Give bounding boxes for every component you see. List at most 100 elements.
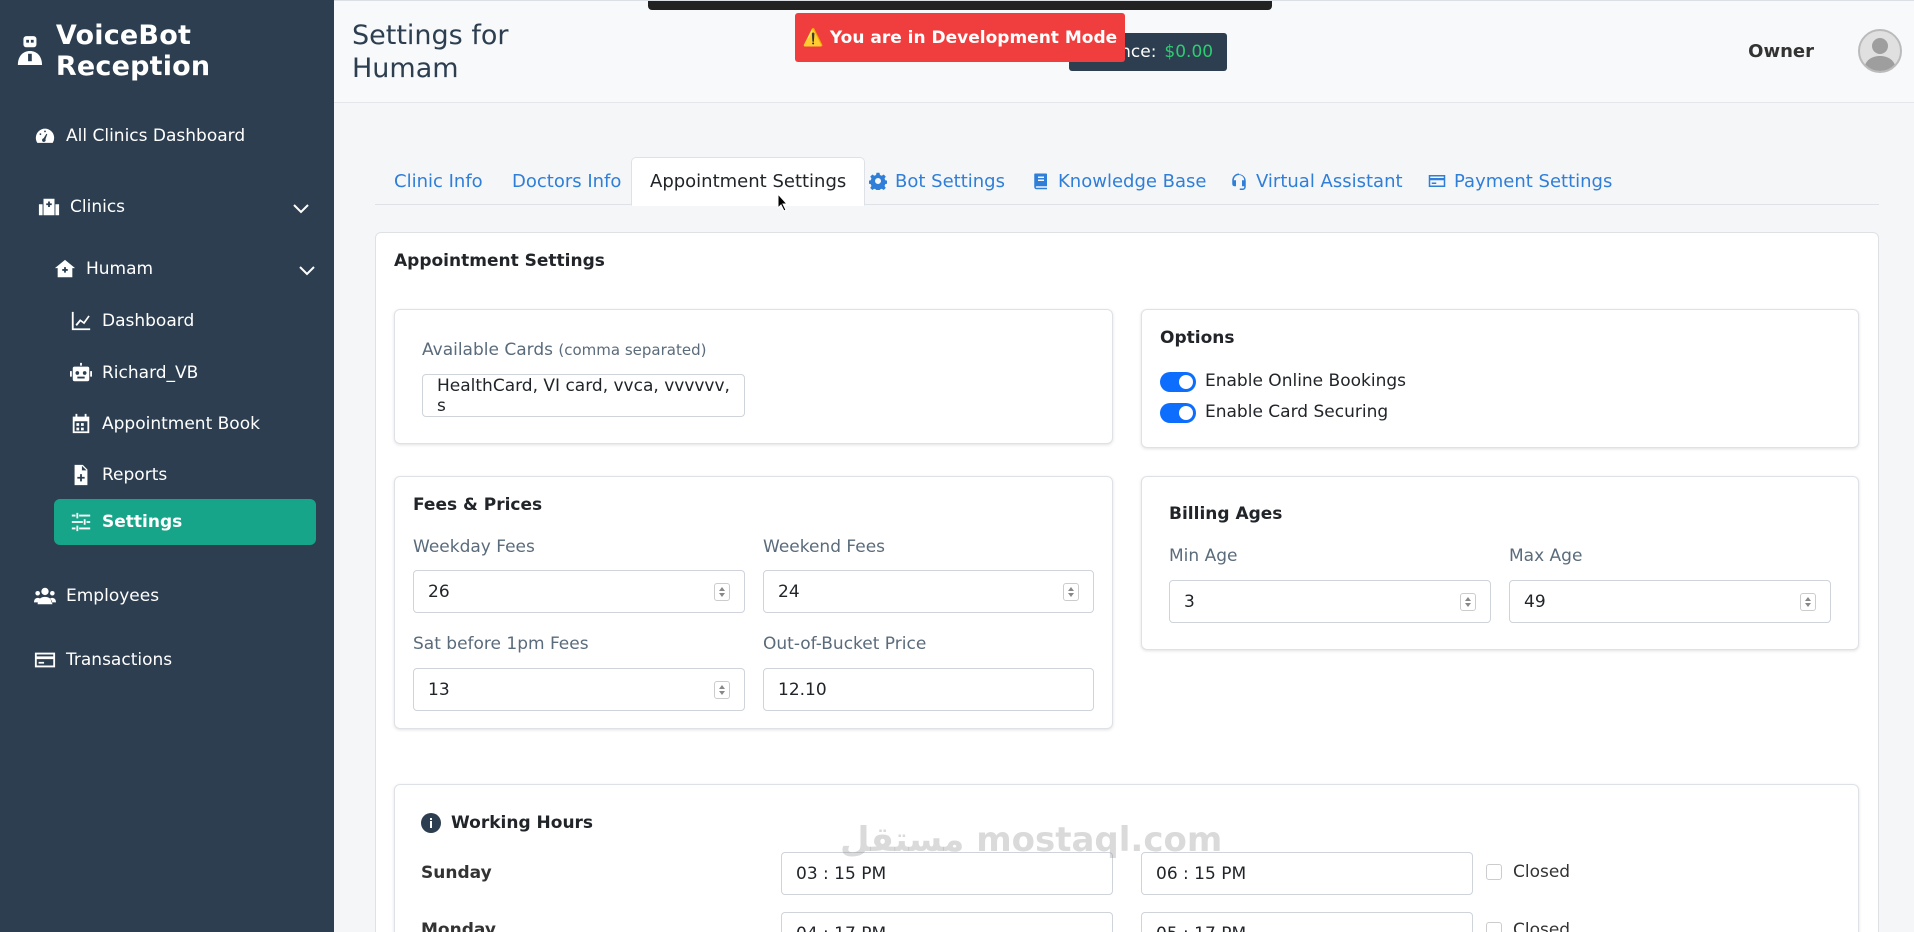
day-label-monday: Monday (421, 920, 496, 932)
tab-knowledge-base[interactable]: Knowledge Base (1032, 157, 1207, 205)
sidebar-item-clinics[interactable]: Clinics (38, 196, 314, 218)
min-age-value: 3 (1184, 591, 1195, 612)
sidebar-item-label: Employees (66, 586, 160, 606)
sliders-icon (71, 512, 91, 532)
tab-label: Doctors Info (512, 170, 622, 192)
sat-fees-label: Sat before 1pm Fees (413, 634, 589, 654)
oob-price-label: Out-of-Bucket Price (763, 634, 927, 654)
fees-title: Fees & Prices (413, 495, 543, 515)
tab-label: Payment Settings (1454, 170, 1613, 192)
credit-card-icon (34, 652, 56, 668)
tab-label: Virtual Assistant (1256, 170, 1403, 192)
online-bookings-toggle[interactable] (1160, 372, 1196, 392)
robot-icon (70, 362, 92, 382)
sidebar-item-reports[interactable]: Reports (70, 464, 167, 486)
monday-open-time[interactable]: 04 : 17 PM (781, 912, 1113, 932)
chevron-down-icon[interactable] (292, 199, 310, 217)
card-securing-label: Enable Card Securing (1205, 402, 1389, 422)
credit-card-icon (1428, 175, 1446, 187)
weekday-fees-input[interactable]: 26 (413, 570, 745, 613)
available-cards-hint: (comma separated) (558, 341, 707, 359)
number-stepper[interactable] (714, 681, 730, 699)
sidebar-item-label: Transactions (66, 650, 173, 670)
number-stepper[interactable] (1063, 583, 1079, 601)
card-securing-toggle[interactable] (1160, 403, 1196, 423)
brand[interactable]: VoiceBot Reception (16, 20, 334, 82)
dev-mode-text: ⚠️ You are in Development Mode (802, 27, 1118, 48)
sidebar-item-employees[interactable]: Employees (34, 585, 159, 607)
max-age-value: 49 (1524, 591, 1546, 612)
sidebar: VoiceBot Reception All Clinics Dashboard… (0, 0, 334, 932)
options-title: Options (1160, 328, 1235, 348)
sat-fees-input[interactable]: 13 (413, 668, 745, 711)
number-stepper[interactable] (714, 583, 730, 601)
chevron-down-icon[interactable] (298, 261, 316, 279)
hospital-icon (38, 198, 60, 216)
max-age-input[interactable]: 49 (1509, 580, 1831, 623)
tab-label: Bot Settings (895, 170, 1005, 192)
online-bookings-label: Enable Online Bookings (1205, 371, 1407, 391)
dev-mode-banner: ⚠️ You are in Development Mode (795, 13, 1125, 62)
number-stepper[interactable] (1800, 593, 1816, 611)
tab-label: Appointment Settings (650, 171, 847, 192)
sidebar-item-all-clinics-dashboard[interactable]: All Clinics Dashboard (34, 125, 245, 147)
sidebar-item-label: All Clinics Dashboard (66, 126, 246, 146)
book-icon (1034, 173, 1047, 190)
weekend-fees-label: Weekend Fees (763, 537, 886, 557)
billing-ages-title: Billing Ages (1169, 504, 1283, 524)
house-medical-icon (54, 259, 76, 278)
users-icon (34, 587, 56, 605)
time-value: 05 : 17 PM (1156, 924, 1246, 932)
mouse-cursor-icon (777, 193, 789, 212)
tab-appointment-settings[interactable]: Appointment Settings (631, 157, 866, 206)
number-stepper[interactable] (1460, 593, 1476, 611)
sidebar-item-settings[interactable]: Settings (70, 511, 182, 533)
sidebar-item-label: Reports (102, 465, 168, 485)
tab-virtual-assistant[interactable]: Virtual Assistant (1230, 157, 1403, 205)
sidebar-item-label: Clinics (70, 197, 126, 217)
max-age-label: Max Age (1509, 546, 1583, 566)
day-label-sunday: Sunday (421, 863, 492, 883)
weekday-fees-value: 26 (428, 581, 450, 602)
tab-bot-settings[interactable]: Bot Settings (869, 157, 1005, 205)
sat-fees-value: 13 (428, 679, 450, 700)
working-hours-title: Working Hours (451, 813, 594, 833)
gauge-icon (35, 128, 55, 143)
oob-price-input[interactable]: 12.10 (763, 668, 1094, 711)
calendar-icon (72, 413, 90, 434)
monday-close-time[interactable]: 05 : 17 PM (1141, 912, 1473, 932)
weekend-fees-input[interactable]: 24 (763, 570, 1094, 613)
min-age-input[interactable]: 3 (1169, 580, 1491, 623)
tab-doctors-info[interactable]: Doctors Info (512, 157, 621, 205)
available-cards-label: Available Cards (comma separated) (422, 340, 706, 360)
settings-tabs: Clinic Info Doctors Info Appointment Set… (375, 157, 1879, 206)
closed-label: Closed (1513, 920, 1571, 932)
top-header: Settings for Humam Balance: $0.00 ⚠️ You… (334, 0, 1914, 103)
browser-toolbar-strip (648, 1, 1272, 10)
sunday-closed-checkbox[interactable] (1486, 864, 1502, 880)
tab-label: Clinic Info (394, 170, 483, 192)
available-cards-label-text: Available Cards (422, 340, 553, 360)
sidebar-item-appointment-book[interactable]: Appointment Book (70, 413, 260, 435)
tab-payment-settings[interactable]: Payment Settings (1428, 157, 1612, 205)
page-title: Settings for Humam (352, 20, 509, 84)
tab-label: Knowledge Base (1058, 170, 1207, 192)
time-value: 03 : 15 PM (796, 863, 887, 884)
sidebar-item-dashboard[interactable]: Dashboard (70, 310, 194, 332)
weekday-fees-label: Weekday Fees (413, 537, 535, 557)
gear-icon (869, 172, 887, 190)
sidebar-item-richard-vb[interactable]: Richard_VB (70, 362, 198, 384)
user-role[interactable]: Owner (1748, 41, 1814, 62)
available-cards-input[interactable]: HealthCard, VI card, vvca, vvvvvv, s (422, 374, 745, 417)
tab-clinic-info[interactable]: Clinic Info (394, 157, 483, 205)
file-medical-icon (74, 464, 88, 486)
billing-ages-panel (1141, 476, 1859, 650)
sidebar-item-transactions[interactable]: Transactions (34, 649, 172, 671)
monday-closed-checkbox[interactable] (1486, 922, 1502, 932)
sidebar-item-humam[interactable]: Humam (54, 258, 316, 280)
balance-value: $0.00 (1164, 42, 1214, 62)
avatar[interactable] (1858, 29, 1902, 73)
watermark: مستقل mostaql.com (840, 820, 1223, 860)
closed-label: Closed (1513, 862, 1571, 882)
min-age-label: Min Age (1169, 546, 1238, 566)
